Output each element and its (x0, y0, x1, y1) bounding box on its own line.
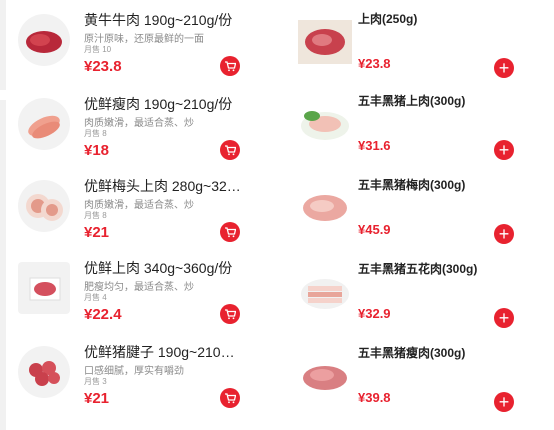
product-name: 优鲜瘦肉 190g~210g/份 (84, 96, 233, 112)
product-sold: 月售 8 (84, 211, 107, 220)
product-image (18, 262, 70, 314)
product-name: 五丰黑猪上肉(300g) (358, 94, 466, 108)
product-item[interactable]: 优鲜上肉 340g~360g/份 肥瘦均匀，最适合蒸、炒 月售 4 ¥22.4 (0, 258, 250, 338)
product-sold: 月售 10 (84, 45, 112, 54)
product-name: 优鲜猪腱子 190g~210… (84, 344, 235, 360)
product-price: ¥22.4 (84, 306, 122, 323)
product-image (298, 270, 352, 314)
product-image (18, 98, 70, 150)
add-button[interactable]: + (494, 140, 514, 160)
product-price: ¥39.8 (358, 390, 391, 405)
product-name: 五丰黑猪梅肉(300g) (358, 178, 466, 192)
product-sold: 月售 3 (84, 377, 107, 386)
product-item[interactable]: 优鲜梅头上肉 280g~32… 肉质嫩滑，最适合蒸、炒 月售 8 ¥21 (0, 176, 250, 256)
product-desc: 肉质嫩滑，最适合蒸、炒 (84, 118, 194, 129)
product-item[interactable]: 五丰黑猪瘦肉(300g) ¥39.8 + (296, 344, 554, 424)
product-price: ¥23.8 (358, 56, 391, 71)
plus-icon: + (498, 392, 510, 412)
add-button[interactable]: + (494, 308, 514, 328)
cart-icon (225, 145, 236, 156)
product-desc: 口感细腻，厚实有嚼劲 (84, 366, 184, 377)
product-name: 上肉(250g) (358, 12, 418, 26)
product-item[interactable]: 五丰黑猪梅肉(300g) ¥45.9 + (296, 176, 554, 256)
plus-icon: + (498, 140, 510, 160)
add-button[interactable]: + (494, 224, 514, 244)
add-to-cart-button[interactable] (220, 304, 240, 324)
product-item[interactable]: 五丰黑猪上肉(300g) ¥31.6 + (296, 92, 554, 172)
product-price: ¥31.6 (358, 138, 391, 153)
plus-icon: + (498, 224, 510, 244)
product-price: ¥18 (84, 142, 110, 159)
add-to-cart-button[interactable] (220, 140, 240, 160)
plus-icon: + (498, 308, 510, 328)
product-item[interactable]: 上肉(250g) ¥23.8 + (296, 10, 554, 90)
product-image (298, 20, 352, 64)
add-button[interactable]: + (494, 58, 514, 78)
add-to-cart-button[interactable] (220, 388, 240, 408)
product-name: 优鲜上肉 340g~360g/份 (84, 260, 233, 276)
product-name: 黄牛牛肉 190g~210g/份 (84, 12, 233, 28)
product-item[interactable]: 优鲜瘦肉 190g~210g/份 肉质嫩滑，最适合蒸、炒 月售 8 ¥18 (0, 94, 250, 174)
add-button[interactable]: + (494, 392, 514, 412)
add-to-cart-button[interactable] (220, 56, 240, 76)
cart-icon (225, 309, 236, 320)
product-sold: 月售 8 (84, 129, 107, 138)
product-name: 五丰黑猪五花肉(300g) (358, 262, 478, 276)
product-name: 五丰黑猪瘦肉(300g) (358, 346, 466, 360)
product-desc: 肉质嫩滑，最适合蒸、炒 (84, 200, 194, 211)
product-price: ¥21 (84, 224, 110, 241)
product-image (298, 354, 352, 398)
product-item[interactable]: 黄牛牛肉 190g~210g/份 原汁原味，还原最鲜的一面 月售 10 ¥23.… (0, 10, 250, 90)
product-image (18, 180, 70, 232)
product-name: 优鲜梅头上肉 280g~32… (84, 178, 241, 194)
product-item[interactable]: 优鲜猪腱子 190g~210… 口感细腻，厚实有嚼劲 月售 3 ¥21 (0, 342, 250, 422)
add-to-cart-button[interactable] (220, 222, 240, 242)
product-item[interactable]: 五丰黑猪五花肉(300g) ¥32.9 + (296, 260, 554, 340)
cart-icon (225, 61, 236, 72)
plus-icon: + (498, 58, 510, 78)
cart-icon (225, 393, 236, 404)
product-price: ¥32.9 (358, 306, 391, 321)
cart-icon (225, 227, 236, 238)
product-price: ¥21 (84, 390, 110, 407)
product-image (18, 346, 70, 398)
product-image (18, 14, 70, 66)
product-desc: 肥瘦均匀，最适合蒸、炒 (84, 282, 194, 293)
product-image (298, 186, 352, 230)
product-sold: 月售 4 (84, 293, 107, 302)
product-price: ¥23.8 (84, 58, 122, 75)
product-image (298, 102, 352, 146)
product-price: ¥45.9 (358, 222, 391, 237)
product-desc: 原汁原味，还原最鲜的一面 (84, 34, 204, 45)
